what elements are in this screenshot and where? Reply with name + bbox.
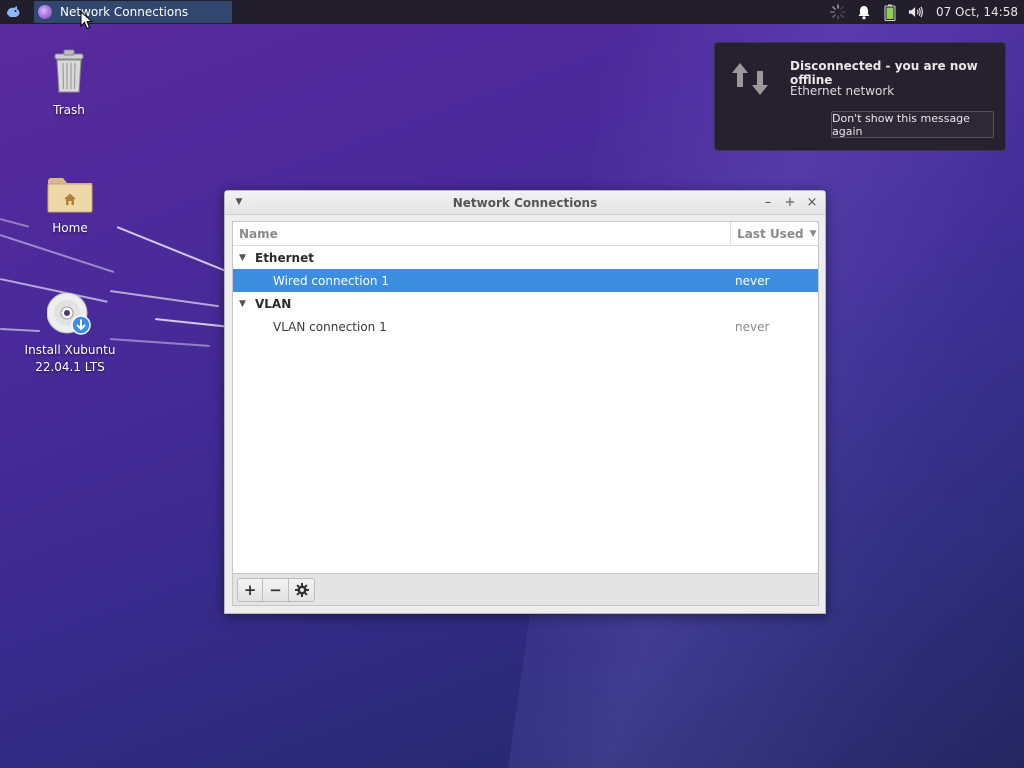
settings-gear-icon (294, 582, 309, 597)
connection-name: VLAN connection 1 (273, 319, 387, 334)
expander-open-icon[interactable]: ▼ (239, 253, 246, 263)
close-button[interactable]: × (805, 194, 819, 210)
taskbar-network-connections[interactable]: Network Connections (34, 1, 232, 23)
remove-connection-button[interactable]: − (263, 577, 289, 602)
network-transfer-icon (732, 63, 768, 95)
group-row-ethernet[interactable]: ▼ Ethernet (233, 246, 818, 269)
connection-row[interactable]: Wired connection 1 never (233, 269, 818, 292)
battery-icon[interactable] (882, 4, 898, 21)
connections-list: Name Last Used ▼ ▼ Ethernet Wired connec… (232, 221, 819, 574)
desktop-icon-trash[interactable]: Trash (9, 48, 129, 119)
network-busy-icon[interactable] (830, 4, 846, 20)
window-controls: – + × (761, 194, 819, 210)
column-header-last-used-label: Last Used (737, 226, 804, 241)
panel-clock[interactable]: 07 Oct, 14:58 (936, 5, 1018, 19)
notification-bell-icon[interactable] (856, 4, 872, 20)
connection-name: Wired connection 1 (273, 273, 389, 288)
wallpaper-streak (116, 226, 227, 273)
desktop-icon-label: Trash (53, 103, 85, 117)
system-tray: 07 Oct, 14:58 (830, 4, 1024, 21)
desktop-icon-label: Home (52, 221, 88, 235)
group-row-vlan[interactable]: ▼ VLAN (233, 292, 818, 315)
dont-show-again-button[interactable]: Don't show this message again (831, 111, 994, 138)
edit-connection-button[interactable] (289, 577, 315, 602)
connection-row[interactable]: VLAN connection 1 never (233, 315, 818, 338)
desktop-icon-label: Install Xubuntu 22.04.1 LTS (25, 342, 116, 376)
offline-notification: Disconnected - you are now offline Ether… (714, 42, 1006, 151)
network-connections-app-icon (38, 5, 52, 19)
column-header-name[interactable]: Name (233, 227, 730, 241)
volume-icon[interactable] (908, 4, 924, 20)
column-header-last-used[interactable]: Last Used ▼ (730, 221, 818, 246)
desktop-icon-install-xubuntu[interactable]: Install Xubuntu 22.04.1 LTS (10, 292, 130, 376)
connection-last-used: never (735, 273, 770, 288)
window-titlebar[interactable]: ▼ Network Connections – + × (225, 191, 825, 215)
whisker-mouse-icon (7, 6, 20, 17)
sort-descending-icon: ▼ (809, 228, 817, 239)
window-title: Network Connections (452, 195, 598, 210)
group-label: VLAN (255, 296, 292, 311)
expander-open-icon[interactable]: ▼ (239, 299, 246, 309)
network-connections-window: ▼ Network Connections – + × Name Last Us… (224, 190, 826, 614)
install-label-line1: Install Xubuntu (24, 343, 116, 357)
home-folder-icon (47, 178, 93, 213)
minimize-button[interactable]: – (761, 194, 775, 210)
install-label-line2: 22.04.1 LTS (35, 360, 105, 374)
notification-title: Disconnected - you are now offline (790, 59, 978, 87)
wallpaper-streak (0, 234, 115, 274)
desktop-icon-home[interactable]: Home (10, 174, 130, 237)
maximize-button[interactable]: + (783, 194, 797, 210)
window-menu-icon[interactable]: ▼ (233, 196, 245, 208)
trash-icon (54, 49, 84, 93)
whisker-menu-button[interactable] (0, 0, 26, 24)
mouse-pointer-icon (80, 11, 93, 30)
wallpaper-streak (154, 318, 225, 328)
group-label: Ethernet (255, 250, 314, 265)
list-toolbar: + − (232, 574, 819, 606)
list-header: Name Last Used ▼ (233, 221, 818, 246)
connection-last-used: never (735, 319, 770, 334)
top-panel: Network Connections 07 Oct, 14:58 (0, 0, 1024, 24)
add-connection-button[interactable]: + (237, 577, 263, 602)
notification-body: Ethernet network (790, 84, 895, 98)
install-disc-icon (47, 292, 91, 335)
